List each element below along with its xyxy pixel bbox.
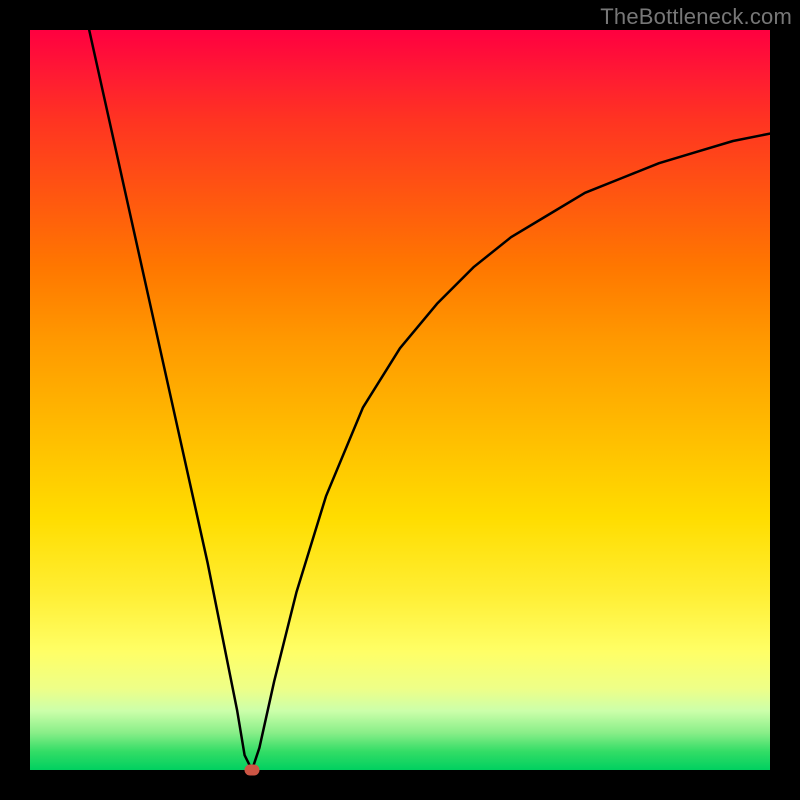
chart-container: TheBottleneck.com [0,0,800,800]
watermark-text: TheBottleneck.com [600,4,792,30]
bottleneck-curve [30,30,770,770]
curve-path [89,30,770,770]
plot-area [30,30,770,770]
minimum-marker [245,765,260,776]
